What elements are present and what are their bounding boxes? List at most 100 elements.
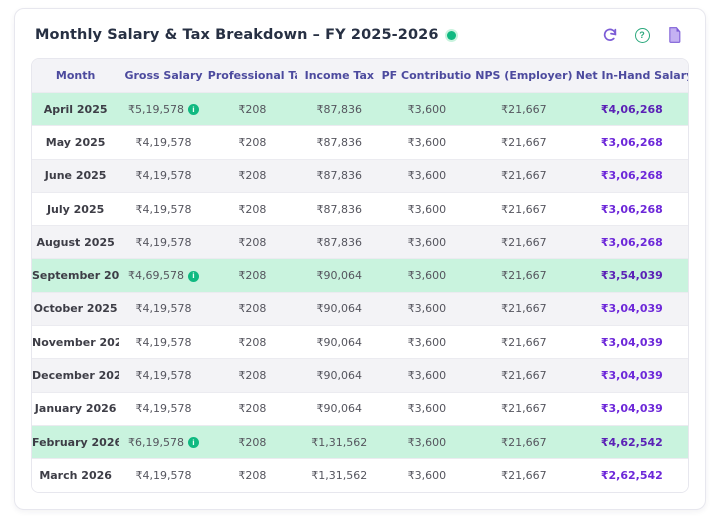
net-in-hand-salary-cell: ₹3,06,268 [576, 236, 688, 249]
month-cell: May 2025 [32, 136, 119, 149]
table-row: June 2025 ₹4,19,578 ₹208 ₹87,836 ₹3,600 … [32, 159, 688, 192]
column-header-professional-tax: Professional Tax [208, 69, 297, 82]
gross-salary-cell: ₹4,19,578 [119, 136, 208, 149]
income-tax-cell: ₹87,836 [297, 236, 382, 249]
income-tax-cell: ₹90,064 [297, 369, 382, 382]
card-header: Monthly Salary & Tax Breakdown – FY 2025… [15, 9, 705, 52]
question-circle-icon: ? [635, 28, 650, 43]
income-tax-cell: ₹1,31,562 [297, 469, 382, 482]
net-in-hand-salary-cell: ₹3,06,268 [576, 136, 688, 149]
pf-contribution-cell: ₹3,600 [382, 336, 473, 349]
professional-tax-cell: ₹208 [208, 236, 297, 249]
professional-tax-cell: ₹208 [208, 336, 297, 349]
income-tax-cell: ₹90,064 [297, 402, 382, 415]
table-row: October 2025 ₹4,19,578 ₹208 ₹90,064 ₹3,6… [32, 292, 688, 325]
pf-contribution-cell: ₹3,600 [382, 402, 473, 415]
table-row: May 2025 ₹4,19,578 ₹208 ₹87,836 ₹3,600 ₹… [32, 125, 688, 158]
pf-contribution-cell: ₹3,600 [382, 236, 473, 249]
gross-salary-cell: ₹4,19,578 [119, 336, 208, 349]
gross-salary-cell: ₹4,19,578 [119, 169, 208, 182]
document-icon [667, 27, 682, 43]
table-row: March 2026 ₹4,19,578 ₹208 ₹1,31,562 ₹3,6… [32, 458, 688, 491]
help-button[interactable]: ? [633, 26, 651, 44]
professional-tax-cell: ₹208 [208, 469, 297, 482]
net-in-hand-salary-cell: ₹3,06,268 [576, 203, 688, 216]
net-in-hand-salary-cell: ₹4,06,268 [576, 103, 688, 116]
column-header-month: Month [32, 69, 119, 82]
income-tax-cell: ₹87,836 [297, 103, 382, 116]
pf-contribution-cell: ₹3,600 [382, 469, 473, 482]
column-header-gross-salary: Gross Salary [119, 69, 208, 82]
table-row: November 2025 ₹4,19,578 ₹208 ₹90,064 ₹3,… [32, 325, 688, 358]
nps-employer-cell: ₹21,667 [472, 136, 576, 149]
professional-tax-cell: ₹208 [208, 103, 297, 116]
pf-contribution-cell: ₹3,600 [382, 269, 473, 282]
month-cell: September 2025 [32, 269, 119, 282]
gross-salary-cell: ₹6,19,578i [119, 436, 208, 449]
refresh-button[interactable] [601, 26, 619, 44]
income-tax-cell: ₹87,836 [297, 136, 382, 149]
table-row: January 2026 ₹4,19,578 ₹208 ₹90,064 ₹3,6… [32, 392, 688, 425]
gross-salary-cell: ₹4,19,578 [119, 302, 208, 315]
net-in-hand-salary-cell: ₹3,06,268 [576, 169, 688, 182]
nps-employer-cell: ₹21,667 [472, 203, 576, 216]
income-tax-cell: ₹1,31,562 [297, 436, 382, 449]
pf-contribution-cell: ₹3,600 [382, 369, 473, 382]
income-tax-cell: ₹90,064 [297, 302, 382, 315]
pf-contribution-cell: ₹3,600 [382, 136, 473, 149]
net-in-hand-salary-cell: ₹3,04,039 [576, 402, 688, 415]
nps-employer-cell: ₹21,667 [472, 436, 576, 449]
gross-salary-info-icon[interactable]: i [188, 104, 199, 115]
column-header-pf-contribution: PF Contribution [382, 69, 473, 82]
pf-contribution-cell: ₹3,600 [382, 203, 473, 216]
net-in-hand-salary-cell: ₹2,62,542 [576, 469, 688, 482]
month-cell: June 2025 [32, 169, 119, 182]
gross-salary-info-icon[interactable]: i [188, 271, 199, 282]
gross-salary-cell: ₹4,19,578 [119, 469, 208, 482]
table-row: February 2026 ₹6,19,578i ₹208 ₹1,31,562 … [32, 425, 688, 458]
gross-salary-cell: ₹5,19,578i [119, 103, 208, 116]
pf-contribution-cell: ₹3,600 [382, 302, 473, 315]
nps-employer-cell: ₹21,667 [472, 236, 576, 249]
report-button[interactable] [665, 26, 683, 44]
table-row: July 2025 ₹4,19,578 ₹208 ₹87,836 ₹3,600 … [32, 192, 688, 225]
table-row: August 2025 ₹4,19,578 ₹208 ₹87,836 ₹3,60… [32, 225, 688, 258]
pf-contribution-cell: ₹3,600 [382, 436, 473, 449]
income-tax-cell: ₹87,836 [297, 169, 382, 182]
month-cell: April 2025 [32, 103, 119, 116]
nps-employer-cell: ₹21,667 [472, 103, 576, 116]
month-cell: January 2026 [32, 402, 119, 415]
pf-contribution-cell: ₹3,600 [382, 103, 473, 116]
gross-salary-info-icon[interactable]: i [188, 437, 199, 448]
column-header-nps-employer: NPS (Employer) [472, 69, 576, 82]
income-tax-cell: ₹90,064 [297, 269, 382, 282]
column-header-net-in-hand-salary: Net In-Hand Salary [576, 69, 688, 82]
professional-tax-cell: ₹208 [208, 369, 297, 382]
pf-contribution-cell: ₹3,600 [382, 169, 473, 182]
gross-salary-cell: ₹4,19,578 [119, 402, 208, 415]
refresh-icon [602, 27, 618, 43]
professional-tax-cell: ₹208 [208, 203, 297, 216]
gross-salary-cell: ₹4,19,578 [119, 236, 208, 249]
month-cell: November 2025 [32, 336, 119, 349]
month-cell: February 2026 [32, 436, 119, 449]
professional-tax-cell: ₹208 [208, 436, 297, 449]
nps-employer-cell: ₹21,667 [472, 269, 576, 282]
nps-employer-cell: ₹21,667 [472, 169, 576, 182]
net-in-hand-salary-cell: ₹3,04,039 [576, 369, 688, 382]
gross-salary-cell: ₹4,69,578i [119, 269, 208, 282]
month-cell: August 2025 [32, 236, 119, 249]
nps-employer-cell: ₹21,667 [472, 336, 576, 349]
professional-tax-cell: ₹208 [208, 269, 297, 282]
income-tax-cell: ₹90,064 [297, 336, 382, 349]
gross-salary-cell: ₹4,19,578 [119, 369, 208, 382]
page-title: Monthly Salary & Tax Breakdown – FY 2025… [35, 27, 439, 43]
net-in-hand-salary-cell: ₹3,04,039 [576, 336, 688, 349]
table-row: April 2025 ₹5,19,578i ₹208 ₹87,836 ₹3,60… [32, 92, 688, 125]
live-status-dot [447, 31, 456, 40]
salary-breakdown-card: Monthly Salary & Tax Breakdown – FY 2025… [14, 8, 706, 510]
nps-employer-cell: ₹21,667 [472, 469, 576, 482]
table-header-row: Month Gross Salary Professional Tax Inco… [32, 59, 688, 92]
professional-tax-cell: ₹208 [208, 169, 297, 182]
month-cell: March 2026 [32, 469, 119, 482]
